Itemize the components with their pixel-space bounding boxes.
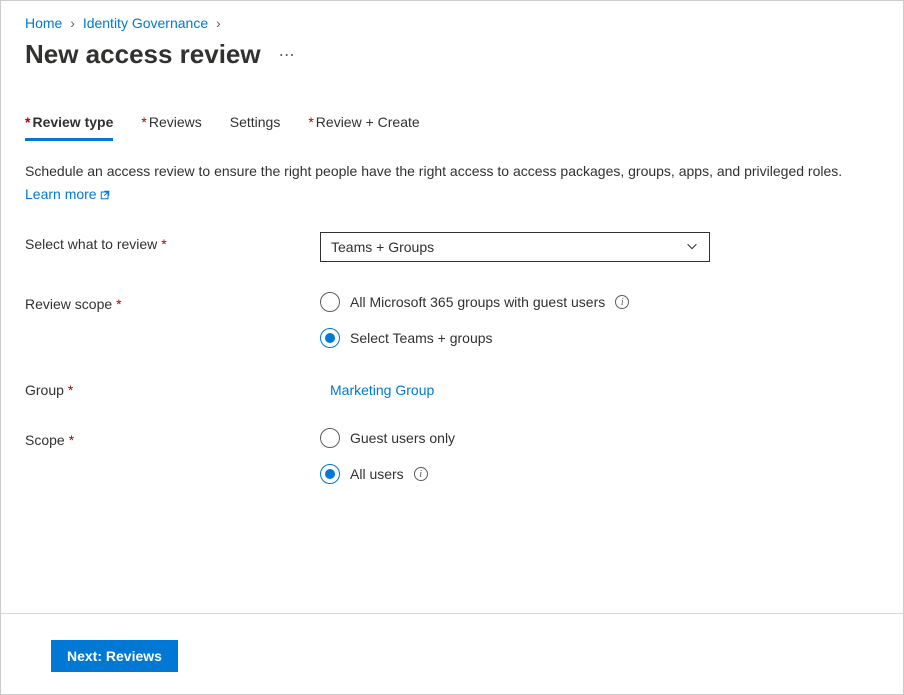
radio-dot-icon	[325, 333, 335, 343]
learn-more-label: Learn more	[25, 186, 97, 202]
review-scope-label: Review scope*	[25, 292, 320, 312]
radio-dot-icon	[325, 469, 335, 479]
learn-more-link[interactable]: Learn more	[25, 186, 111, 202]
tab-review-type[interactable]: *Review type	[25, 114, 113, 141]
breadcrumb: Home › Identity Governance ›	[1, 1, 903, 35]
tab-label: Review type	[32, 114, 113, 130]
tab-reviews[interactable]: *Reviews	[141, 114, 201, 141]
radio-label: Select Teams + groups	[350, 330, 493, 346]
select-what-to-review-label: Select what to review*	[25, 232, 320, 252]
chevron-right-icon: ›	[216, 15, 221, 31]
next-reviews-button[interactable]: Next: Reviews	[51, 640, 178, 672]
dropdown-value: Teams + Groups	[331, 239, 434, 255]
group-value-link[interactable]: Marketing Group	[320, 378, 434, 398]
description-text: Schedule an access review to ensure the …	[25, 161, 879, 182]
tabs: *Review type *Reviews Settings *Review +…	[25, 114, 879, 141]
tab-label: Settings	[230, 114, 281, 130]
radio-label: Guest users only	[350, 430, 455, 446]
required-star-icon: *	[25, 114, 30, 130]
radio-select-teams-groups[interactable]	[320, 328, 340, 348]
page-title: New access review	[25, 39, 261, 70]
info-icon[interactable]: i	[615, 295, 629, 309]
tab-label: Review + Create	[316, 114, 420, 130]
info-icon[interactable]: i	[414, 467, 428, 481]
breadcrumb-home[interactable]: Home	[25, 15, 62, 31]
required-star-icon: *	[308, 114, 313, 130]
radio-all-m365-groups[interactable]	[320, 292, 340, 312]
group-label: Group*	[25, 378, 320, 398]
radio-label: All Microsoft 365 groups with guest user…	[350, 294, 605, 310]
required-star-icon: *	[161, 236, 166, 252]
chevron-down-icon	[685, 239, 699, 256]
required-star-icon: *	[116, 296, 121, 312]
chevron-right-icon: ›	[70, 15, 75, 31]
more-actions-button[interactable]: ⋯	[279, 45, 296, 65]
tab-review-create[interactable]: *Review + Create	[308, 114, 419, 141]
radio-all-users[interactable]	[320, 464, 340, 484]
required-star-icon: *	[68, 382, 73, 398]
breadcrumb-identity-governance[interactable]: Identity Governance	[83, 15, 208, 31]
tab-label: Reviews	[149, 114, 202, 130]
radio-label: All users	[350, 466, 404, 482]
footer-divider	[1, 613, 903, 614]
select-what-to-review-dropdown[interactable]: Teams + Groups	[320, 232, 710, 262]
external-link-icon	[99, 186, 111, 202]
tab-settings[interactable]: Settings	[230, 114, 281, 141]
scope-label: Scope*	[25, 428, 320, 448]
radio-guest-users-only[interactable]	[320, 428, 340, 448]
required-star-icon: *	[69, 432, 74, 448]
required-star-icon: *	[141, 114, 146, 130]
